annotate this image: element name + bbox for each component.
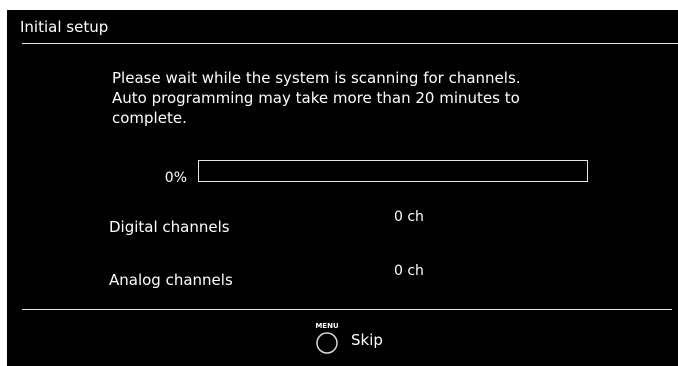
scan-message-line-1: Please wait while the system is scanning…: [112, 69, 521, 87]
skip-label: Skip: [351, 331, 383, 349]
scan-message: Please wait while the system is scanning…: [112, 68, 592, 128]
analog-channels-count: 0 ch: [394, 263, 424, 279]
scan-message-line-3: complete.: [112, 109, 187, 127]
scan-message-line-2: Auto programming may take more than 20 m…: [112, 89, 520, 107]
tv-screen: Initial setup Please wait while the syst…: [0, 0, 678, 366]
dialog-title: Initial setup: [20, 18, 109, 36]
initial-setup-dialog: Initial setup Please wait while the syst…: [7, 10, 678, 366]
footer-divider: [22, 309, 672, 310]
progress-percent: 0%: [164, 170, 187, 186]
menu-button-icon[interactable]: MENU: [315, 320, 341, 356]
digital-channels-count: 0 ch: [394, 209, 424, 225]
analog-channels-label: Analog channels: [109, 271, 233, 289]
scan-progress-bar: [198, 160, 588, 182]
title-divider: [22, 43, 678, 44]
digital-channels-label: Digital channels: [109, 218, 230, 236]
menu-button-caption: MENU: [315, 322, 339, 330]
